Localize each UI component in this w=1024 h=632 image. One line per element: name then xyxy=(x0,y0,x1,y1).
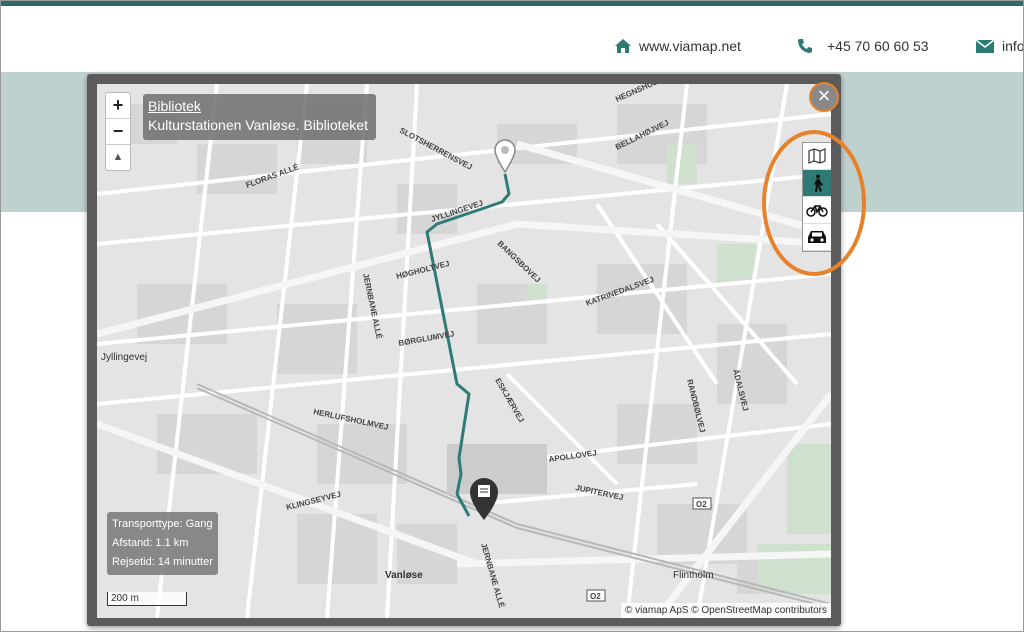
route-info-panel: Transporttype: Gang Afstand: 1.1 km Rejs… xyxy=(107,512,218,575)
walk-icon xyxy=(814,174,823,192)
travel-time-text: Rejsetid: 14 minutter xyxy=(112,556,213,568)
map-attribution[interactable]: © viamap ApS © OpenStreetMap contributor… xyxy=(620,603,831,618)
street-label: Jyllingevej xyxy=(101,352,147,363)
road-shield: O2 xyxy=(692,497,712,510)
zoom-in-button[interactable]: + xyxy=(106,93,130,119)
map-legend-button[interactable] xyxy=(803,143,831,170)
phone-text: +45 70 60 60 53 xyxy=(827,38,929,54)
svg-text:O2: O2 xyxy=(696,500,707,509)
car-icon xyxy=(808,231,826,243)
map-modal: SLOTSHERRENSVEJ JYLLINGEVEJ Jyllingevej … xyxy=(87,74,841,626)
mail-icon xyxy=(976,39,994,53)
road-shield: O2 xyxy=(586,589,606,602)
phone-icon xyxy=(798,39,812,53)
email-link[interactable]: info xyxy=(976,38,1024,54)
svg-text:O2: O2 xyxy=(590,592,601,601)
destination-popup: Bibliotek Kulturstationen Vanløse. Bibli… xyxy=(143,94,376,140)
close-icon[interactable]: × xyxy=(809,82,839,112)
zoom-controls: + − ▲ xyxy=(105,92,131,171)
map-legend-icon xyxy=(808,148,826,164)
distance-text: Afstand: 1.1 km xyxy=(112,537,189,549)
site-header: www.viamap.net +45 70 60 60 53 info xyxy=(0,6,1024,72)
place-label: Vanløse xyxy=(385,570,423,581)
route-map[interactable]: SLOTSHERRENSVEJ JYLLINGEVEJ Jyllingevej … xyxy=(97,84,831,618)
website-text: www.viamap.net xyxy=(639,38,741,54)
transport-mode-selector xyxy=(802,142,831,252)
walk-mode-button[interactable] xyxy=(803,170,831,197)
transport-type-text: Transporttype: Gang xyxy=(112,518,213,530)
zoom-out-button[interactable]: − xyxy=(106,119,130,145)
reset-north-button[interactable]: ▲ xyxy=(106,145,130,170)
bike-icon xyxy=(806,205,828,217)
bike-mode-button[interactable] xyxy=(803,197,831,224)
home-icon xyxy=(615,39,631,53)
destination-name: Kulturstationen Vanløse. Biblioteket xyxy=(148,117,368,133)
website-link[interactable]: www.viamap.net xyxy=(615,38,741,54)
destination-category-link[interactable]: Bibliotek xyxy=(148,97,368,116)
email-text: info xyxy=(1002,38,1024,54)
phone-link[interactable]: +45 70 60 60 53 xyxy=(797,38,929,54)
car-mode-button[interactable] xyxy=(803,224,831,251)
scale-bar: 200 m xyxy=(107,592,187,606)
place-label: Flintholm xyxy=(673,570,714,581)
